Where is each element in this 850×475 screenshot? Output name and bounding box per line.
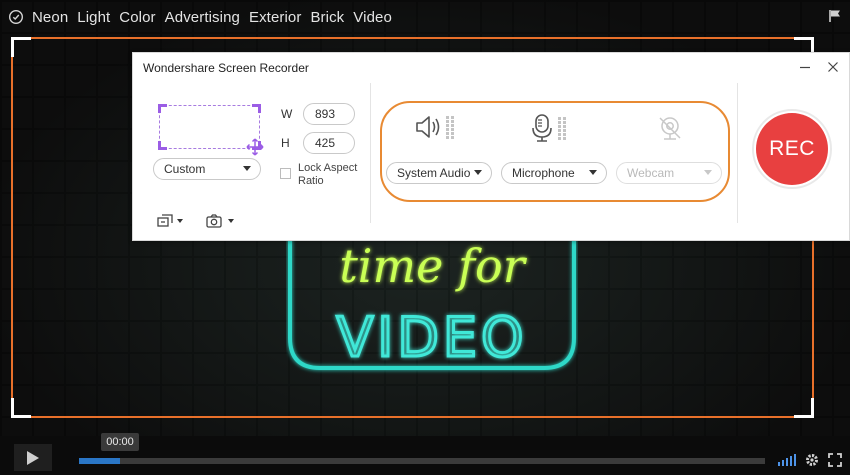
rec-button-ring: REC <box>752 109 832 189</box>
height-label: H <box>281 136 290 150</box>
area-preset-dropdown[interactable]: Custom <box>153 158 261 180</box>
system-audio-indicator <box>414 113 454 141</box>
system-audio-value: System Audio <box>397 166 471 180</box>
lock-aspect-label-line-1: Lock Aspect <box>298 162 358 174</box>
microphone-value: Microphone <box>512 166 575 180</box>
area-preset-value: Custom <box>164 162 206 176</box>
width-label: W <box>281 107 293 121</box>
mic-level-meter <box>558 116 566 140</box>
time-tooltip: 00:00 <box>101 433 139 451</box>
region-corner-handle[interactable] <box>11 398 31 418</box>
video-tag-bar: Neon Light Color Advertising Exterior Br… <box>0 0 850 34</box>
lock-aspect-label-line-2: Ratio <box>298 175 324 187</box>
capture-area-preview[interactable] <box>158 104 261 150</box>
screen-select-icon <box>157 214 173 227</box>
tag-link[interactable]: Light <box>77 9 110 26</box>
region-corner-handle[interactable] <box>794 398 814 418</box>
width-value: 893 <box>315 107 336 121</box>
webcam-value: Webcam <box>627 166 675 180</box>
width-input[interactable]: 893 <box>303 103 355 125</box>
volume-icon[interactable] <box>778 454 796 466</box>
webcam-indicator <box>657 115 683 141</box>
close-icon <box>828 62 838 72</box>
move-cross-icon[interactable] <box>246 138 264 156</box>
area-mode-button[interactable] <box>157 214 183 228</box>
screen-recorder-window: Wondershare Screen Recorder Custom W 893… <box>132 52 850 241</box>
progress-bar[interactable] <box>79 458 765 464</box>
webcam-dropdown[interactable]: Webcam <box>616 162 722 184</box>
speaker-icon <box>416 116 440 138</box>
minimize-icon <box>800 66 810 69</box>
chevron-down-icon <box>474 170 482 175</box>
progress-fill <box>79 458 121 464</box>
play-icon <box>27 450 39 465</box>
neon-sign-art: time for VIDEO <box>288 220 576 371</box>
titlebar[interactable]: Wondershare Screen Recorder <box>133 53 849 81</box>
chevron-down-icon <box>589 170 597 175</box>
height-value: 425 <box>315 136 336 150</box>
minimize-button[interactable] <box>797 59 813 75</box>
lock-aspect-checkbox[interactable] <box>280 168 291 179</box>
chevron-down-icon <box>177 219 183 223</box>
audio-level-meter <box>446 115 454 139</box>
microphone-indicator <box>530 113 566 143</box>
tag-link[interactable]: Brick <box>310 9 344 26</box>
recording-settings-button[interactable] <box>206 214 234 228</box>
microphone-dropdown[interactable]: Microphone <box>501 162 607 184</box>
flag-icon[interactable] <box>828 9 842 23</box>
webcam-off-icon <box>659 117 681 140</box>
chevron-down-icon <box>228 219 234 223</box>
tag-link[interactable]: Advertising <box>165 9 240 26</box>
neon-line-2: VIDEO <box>336 306 527 369</box>
chevron-down-icon <box>704 170 712 175</box>
window-title: Wondershare Screen Recorder <box>143 61 309 75</box>
tag-link[interactable]: Exterior <box>249 9 301 26</box>
settings-gear-icon[interactable] <box>8 9 24 25</box>
audio-devices-group: System Audio Microphone Webcam <box>380 101 730 202</box>
close-button[interactable] <box>825 59 841 75</box>
tag-link[interactable]: Neon <box>32 9 68 26</box>
fullscreen-icon[interactable] <box>828 453 842 467</box>
tag-link[interactable]: Video <box>353 9 392 26</box>
camera-settings-icon <box>206 214 222 228</box>
tag-link[interactable]: Color <box>119 9 155 26</box>
lock-aspect-label: Lock Aspect Ratio <box>298 162 368 188</box>
settings-icon[interactable] <box>805 453 819 467</box>
divider <box>737 83 738 223</box>
play-button[interactable] <box>14 444 52 471</box>
height-input[interactable]: 425 <box>303 132 355 154</box>
region-corner-handle[interactable] <box>11 37 31 57</box>
divider <box>370 83 371 223</box>
microphone-icon <box>532 114 552 142</box>
system-audio-dropdown[interactable]: System Audio <box>386 162 492 184</box>
neon-line-1: time for <box>339 239 527 293</box>
rec-button[interactable]: REC <box>756 113 828 185</box>
chevron-down-icon <box>243 166 251 171</box>
